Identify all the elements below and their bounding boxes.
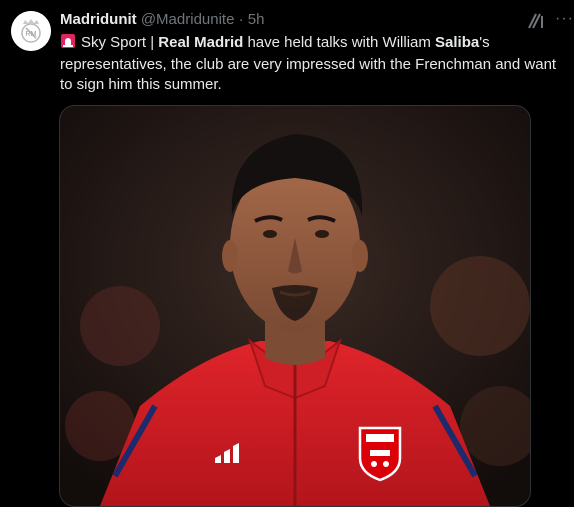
text-part: have held talks with William [243,34,436,51]
tweet-text: Sky Sport | Real Madrid have held talks … [60,33,572,95]
tweet-media-photo[interactable] [59,105,531,507]
grok-icon[interactable] [526,11,546,31]
dot-separator: · [238,11,244,28]
author-handle[interactable]: @Madridunite [141,11,235,28]
real-madrid-crest-icon: RM [11,11,51,51]
more-icon[interactable]: ··· [555,10,574,28]
text-bold-real-madrid: Real Madrid [158,34,244,51]
tweet[interactable]: RM Madridunit @Madridunite · 5h ··· Sky … [0,0,574,507]
timestamp[interactable]: 5h [248,11,265,28]
rotating-light-icon [60,33,76,55]
text-part: Sky Sport | [81,34,159,51]
tweet-header: Madridunit @Madridunite · 5h [60,10,264,30]
author-avatar[interactable]: RM [11,11,51,51]
author-name[interactable]: Madridunit [60,11,137,28]
player-photo [60,106,530,506]
text-bold-saliba: Saliba [435,34,480,51]
svg-text:RM: RM [26,31,37,38]
